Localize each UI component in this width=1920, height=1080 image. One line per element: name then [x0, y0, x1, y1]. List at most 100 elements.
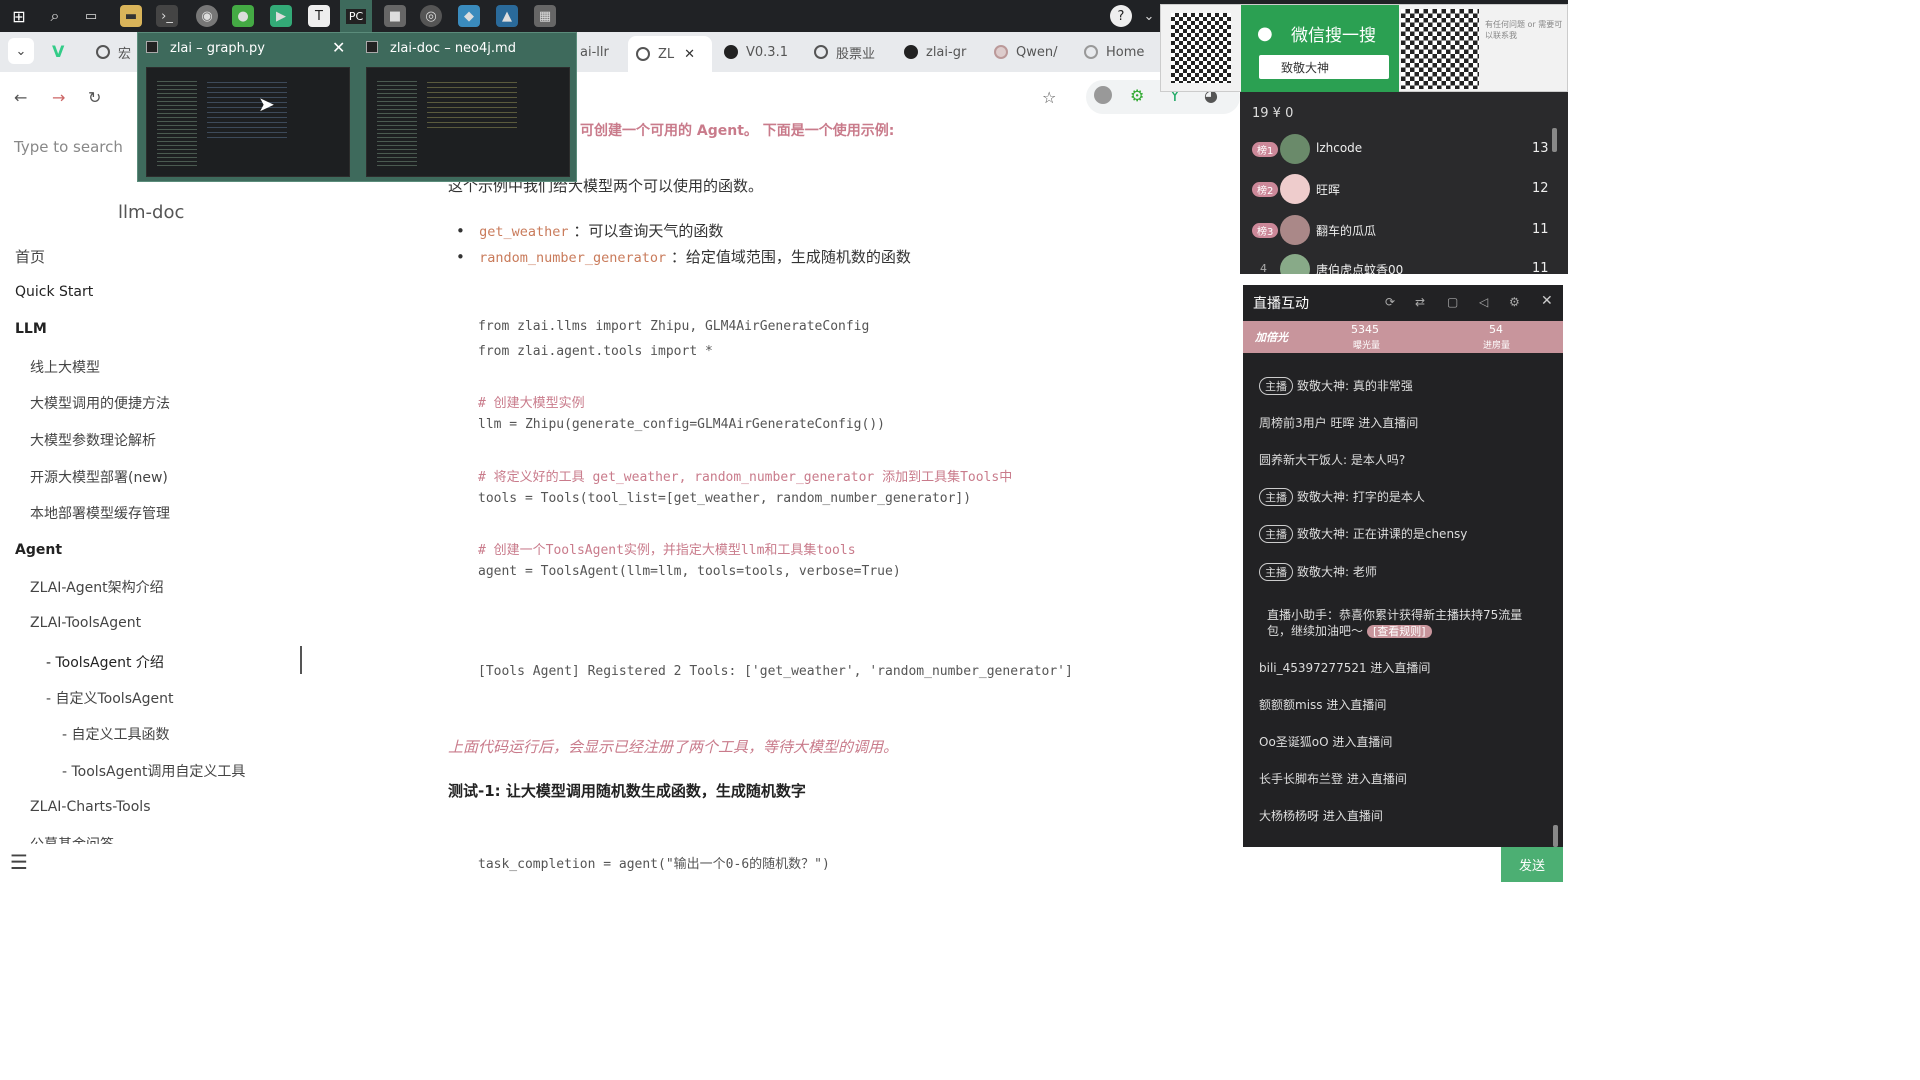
nav-quick-start[interactable]: Quick Start — [15, 284, 93, 300]
nav-custom-toolsagent[interactable]: - 自定义ToolsAgent — [46, 688, 173, 708]
obs-icon[interactable]: ◎ — [420, 5, 442, 27]
nav-online-llm[interactable]: 线上大模型 — [30, 357, 100, 377]
chevron-down-icon[interactable]: ⌄ — [1138, 5, 1160, 27]
rank-name: lzhcode — [1316, 141, 1363, 155]
pycharm-icon — [366, 41, 378, 53]
nav-custom-tool-func[interactable]: - 自定义工具函数 — [62, 724, 170, 744]
rank-row[interactable]: 榜3 翻车的瓜瓜 11 — [1240, 213, 1560, 249]
qr-code-image — [1171, 13, 1231, 83]
nav-llm[interactable]: LLM — [15, 321, 47, 337]
terminal-icon[interactable]: ›_ — [156, 5, 178, 27]
app4-icon[interactable]: ▲ — [496, 5, 518, 27]
nav-agent[interactable]: Agent — [15, 542, 62, 558]
tab-5[interactable]: 股票业 — [814, 36, 894, 68]
host-badge: 主播 — [1259, 377, 1293, 395]
forward-icon[interactable]: → — [52, 88, 65, 107]
tab-2[interactable]: ai-llr — [580, 36, 620, 68]
reload-icon[interactable]: ↻ — [88, 88, 101, 107]
nav-charts-tools[interactable]: ZLAI-Charts-Tools — [30, 799, 151, 815]
rank-scrollbar[interactable] — [1552, 128, 1557, 152]
chat-message: Oo圣诞狐oO 进入直播间 — [1259, 733, 1392, 750]
chrome-icon[interactable]: ◉ — [196, 5, 218, 27]
chat-text: 额额额miss 进入直播间 — [1259, 698, 1387, 712]
chat-input[interactable] — [1243, 847, 1501, 882]
close-icon[interactable]: ✕ — [1541, 293, 1553, 309]
nav-llm-convenient[interactable]: 大模型调用的便捷方法 — [30, 393, 170, 413]
rank-panel: 19 ¥ 0 榜1 lzhcode 13 榜2 旺晖 12 榜3 翻车的瓜瓜 1… — [1240, 92, 1568, 274]
bookmark-star-icon[interactable]: ☆ — [1042, 88, 1056, 107]
tab-7[interactable]: Qwen/ — [994, 36, 1074, 68]
rank-row[interactable]: 榜2 旺晖 12 — [1240, 172, 1560, 208]
settings-icon[interactable]: ⚙ — [1509, 295, 1520, 309]
wechat-icon[interactable]: ● — [232, 5, 254, 27]
file-explorer-icon[interactable]: ▬ — [120, 5, 142, 27]
chat-text: 大杨杨杨呀 进入直播间 — [1259, 809, 1383, 823]
app5-icon[interactable]: ▦ — [534, 5, 556, 27]
help-icon[interactable]: ? — [1110, 5, 1132, 27]
chat-text: 致敬大神: 老师 — [1297, 565, 1377, 579]
nav-agent-arch[interactable]: ZLAI-Agent架构介绍 — [30, 577, 164, 597]
nav-llm-params[interactable]: 大模型参数理论解析 — [30, 430, 156, 450]
speaker-icon[interactable]: ◁ — [1479, 295, 1488, 309]
gear-icon[interactable]: ⚙ — [1130, 86, 1144, 105]
host-badge: 主播 — [1259, 488, 1293, 506]
preview-thumbnail[interactable] — [146, 67, 350, 177]
chat-message: 圆养新大干饭人: 是本人吗? — [1259, 451, 1405, 468]
app-icon[interactable]: ▶ — [270, 5, 292, 27]
search-icon[interactable]: ⌕ — [44, 5, 66, 27]
rank-row[interactable]: 4 唐伯虎点蚊香00 11 — [1240, 252, 1560, 274]
nav-call-custom-tool[interactable]: - ToolsAgent调用自定义工具 — [62, 761, 245, 781]
app3-icon[interactable]: ◆ — [458, 5, 480, 27]
typora-icon[interactable]: T — [308, 5, 330, 27]
live-stats-bar: 加倍光 5345 曝光量 54 进房量 — [1243, 321, 1563, 353]
rank-badge: 榜2 — [1252, 182, 1279, 197]
close-tab-icon[interactable]: ✕ — [684, 47, 695, 62]
site-title[interactable]: llm-doc — [118, 202, 184, 223]
nav-toolsagent-intro[interactable]: - ToolsAgent 介绍 — [46, 652, 164, 672]
tab-search-icon[interactable]: ⌄ — [8, 38, 34, 64]
tab-active[interactable]: ZL ✕ — [628, 36, 712, 72]
app2-icon[interactable]: ■ — [384, 5, 406, 27]
close-icon[interactable]: ✕ — [332, 38, 345, 57]
refresh-icon[interactable]: ⟳ — [1385, 295, 1395, 309]
nav-local-cache[interactable]: 本地部署模型缓存管理 — [30, 503, 170, 523]
chat-message: 长手长脚布兰登 进入直播间 — [1259, 770, 1407, 787]
preview-window-title: zlai – graph.py — [170, 41, 265, 56]
back-icon[interactable]: ← — [14, 88, 27, 107]
mouse-cursor-icon: ➤ — [258, 92, 275, 116]
tab-6[interactable]: zlai-gr — [904, 36, 984, 68]
host-badge: 主播 — [1259, 563, 1293, 581]
lock-icon[interactable]: ▢ — [1447, 295, 1458, 309]
nav-opensource-deploy[interactable]: 开源大模型部署(new) — [30, 467, 168, 487]
profile-icon[interactable] — [1094, 86, 1112, 104]
rank-badge: 4 — [1260, 262, 1267, 274]
send-button[interactable]: 发送 — [1501, 847, 1563, 882]
rank-row[interactable]: 榜1 lzhcode 13 — [1240, 132, 1560, 168]
nav-toolsagent[interactable]: ZLAI-ToolsAgent — [30, 615, 141, 631]
nav-home[interactable]: 首页 — [15, 246, 45, 267]
tab-1[interactable]: 宏 — [96, 36, 136, 68]
wechat-search-input[interactable]: 致敬大神 — [1259, 55, 1389, 79]
rank-name: 唐伯虎点蚊香00 — [1316, 263, 1404, 274]
tab-label: zlai-gr — [926, 44, 967, 60]
host-badge: 主播 — [1259, 525, 1293, 543]
rules-link-button[interactable]: [查看规则] — [1367, 625, 1432, 638]
menu-icon[interactable]: ☰ — [10, 850, 28, 874]
chat-scrollbar[interactable] — [1553, 825, 1558, 847]
wechat-search-title: 微信搜一搜 — [1291, 26, 1376, 46]
windows-icon[interactable]: ⊞ — [8, 5, 30, 27]
wechat-search-banner: ● 微信搜一搜 致敬大神 — [1241, 5, 1399, 93]
bullet-get-weather: • get_weather ：可以查询天气的函数 — [456, 222, 724, 240]
sync-icon[interactable]: ⇄ — [1415, 295, 1425, 309]
chat-message: 大杨杨杨呀 进入直播间 — [1259, 807, 1383, 824]
task-view-icon[interactable]: ▭ — [80, 5, 102, 27]
tab-8[interactable]: Home — [1084, 36, 1160, 68]
search-input[interactable]: Type to search — [14, 138, 123, 156]
tab-4[interactable]: V0.3.1 — [724, 36, 804, 68]
pycharm-icon[interactable]: PC — [340, 0, 372, 32]
exposure-label: 曝光量 — [1353, 341, 1381, 351]
intro-text: 可创建一个可用的 Agent。 下面是一个使用示例: — [580, 123, 895, 139]
nav-fund-qa[interactable]: 公募基金问答 — [30, 834, 114, 844]
preview-thumbnail[interactable] — [366, 67, 570, 177]
wechat-icon: ● — [1257, 23, 1273, 44]
